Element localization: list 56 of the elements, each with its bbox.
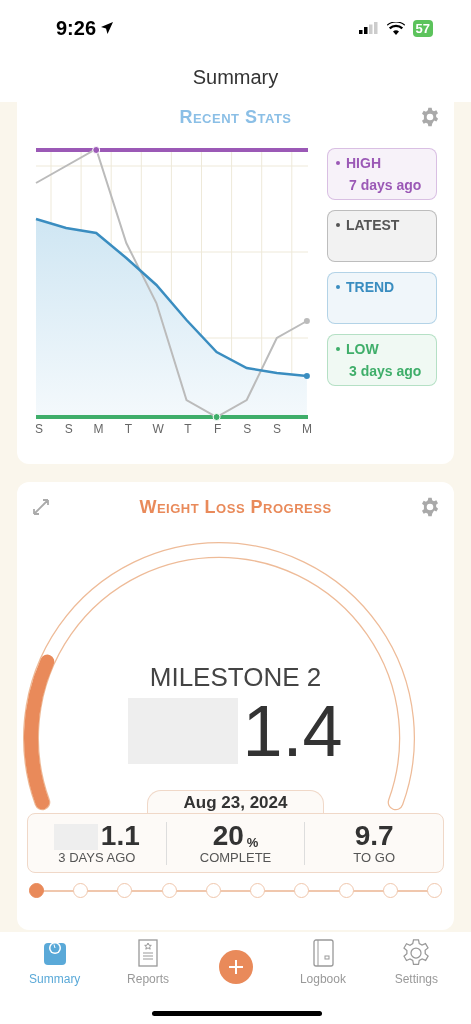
stat-label: COMPLETE [199,849,272,865]
current-value: 1.4 [242,695,343,767]
bullet-icon [336,161,340,165]
tab-bar-item[interactable]: Logbook [276,932,370,1024]
legend-label: LOW [346,341,379,357]
stat-value: 9.7 [354,821,394,850]
battery-level: 57 [412,19,433,37]
tab-bar-item[interactable]: Reports [101,932,195,1024]
card-title: Recent Stats [179,106,292,128]
axis-label: M [300,422,313,436]
tab-bar-item[interactable]: Summary [8,932,102,1024]
data-point [303,318,310,324]
legend-card[interactable]: LOW 3 days ago [327,334,437,386]
stat-label: 3 DAYS AGO [58,849,136,865]
settings-icon[interactable] [420,497,440,517]
expand-icon[interactable] [31,497,51,517]
data-point [303,373,310,379]
legend-label: TREND [346,279,395,295]
data-point [212,413,221,421]
legend-card[interactable]: TREND [327,272,437,324]
stat-value: 20 [212,821,244,850]
axis-label: F [212,422,223,436]
axis-label: S [272,422,283,436]
axis-label: W [152,422,165,436]
date-label: Aug 23, 2024 [146,790,325,813]
legend-label: HIGH [346,155,381,171]
stat-label: TO GO [353,849,395,865]
settings-icon[interactable] [420,107,440,127]
stat-value: 1.1 [100,821,140,850]
status-time: 9:26 [56,16,97,40]
settings-icon [401,938,432,968]
axis-label: T [183,422,193,436]
wifi-icon [386,21,405,35]
screen-title: Summary [192,66,279,89]
location-arrow-icon [100,21,115,35]
axis-label: S [242,422,253,436]
axis-label: S [34,422,44,436]
bullet-icon [336,285,340,289]
bullet-icon [336,347,340,351]
tab-bar-item[interactable]: Settings [369,932,464,1024]
data-point [92,146,101,154]
legend-note: 7 days ago [348,177,423,193]
legend-card[interactable]: LATEST [327,210,437,262]
axis-label: S [63,422,74,436]
plus-icon [227,959,244,975]
add-button[interactable] [218,950,253,984]
signal-icon [358,22,379,34]
stat-unit: % [246,834,259,850]
card-title: Weight Loss Progress [139,496,332,518]
legend-card[interactable]: HIGH 7 days ago [327,148,437,200]
legend-label: LATEST [346,217,400,233]
axis-label: T [123,422,133,436]
bullet-icon [336,223,340,227]
legend-note: 3 days ago [348,363,423,379]
milestone-label: MILESTONE 2 [149,662,322,693]
axis-label: M [92,422,105,436]
